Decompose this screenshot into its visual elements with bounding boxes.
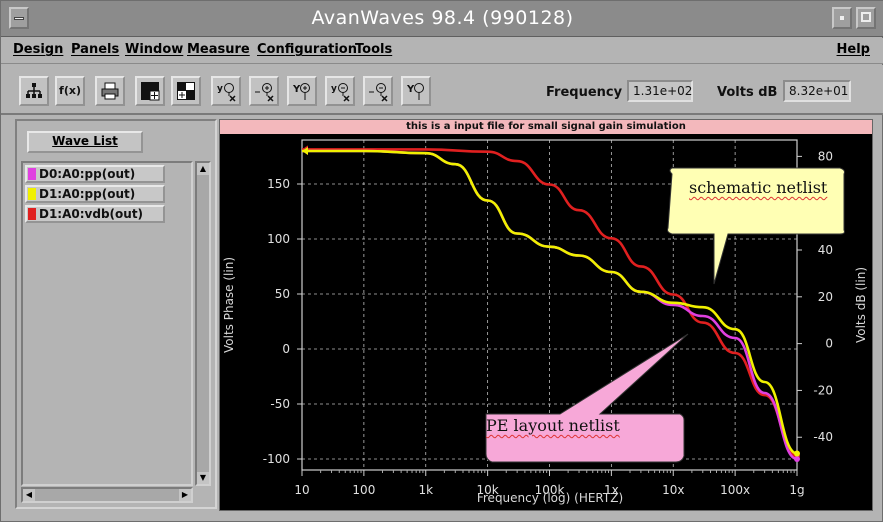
menu-bar: Design Panels Window Measure Configurati… bbox=[1, 38, 883, 64]
print-icon bbox=[101, 82, 119, 100]
window-title: AvanWaves 98.4 (990128) bbox=[311, 7, 574, 29]
x-axis-label: Frequency (log) (HERTZ) bbox=[477, 491, 623, 505]
callout-bottom-bubble bbox=[485, 333, 689, 463]
menu-panels[interactable]: Panels bbox=[71, 42, 119, 57]
tree-icon bbox=[26, 83, 42, 98]
wave-item[interactable]: D1:A0:vdb(out) bbox=[25, 205, 165, 223]
x-tick-label: 1g bbox=[789, 483, 804, 497]
avanwaves-window: AvanWaves 98.4 (990128) Design Panels Wi… bbox=[0, 0, 883, 522]
wave-list-horizontal-scrollbar[interactable]: ◀ ▶ bbox=[21, 487, 193, 503]
scroll-right-icon[interactable]: ▶ bbox=[179, 489, 191, 501]
function-icon: f(x) bbox=[59, 84, 81, 97]
frequency-readout: 1.31e+02 bbox=[627, 80, 693, 102]
y2-tick-label: 80 bbox=[818, 149, 833, 163]
callout-bottom-text: PE layout netlist bbox=[486, 416, 620, 435]
y2-tick-label: 0 bbox=[825, 337, 833, 351]
svg-text:Y: Y bbox=[292, 84, 301, 95]
zoom-out-button[interactable] bbox=[363, 76, 393, 106]
hierarchy-tool-button[interactable] bbox=[19, 76, 49, 106]
y-zoom-x-icon: y bbox=[217, 83, 236, 102]
menu-configuration[interactable]: Configuration bbox=[257, 42, 357, 57]
y-zoom-in-icon: Y bbox=[292, 83, 310, 100]
y-zoom-icon: Y bbox=[406, 83, 424, 100]
wave-label: D1:A0:pp(out) bbox=[39, 187, 136, 201]
plot-title: this is a input file for small signal ga… bbox=[220, 120, 872, 134]
volts-db-label: Volts dB bbox=[717, 85, 778, 100]
y-tick-label: 100 bbox=[267, 232, 290, 246]
series-end-marker bbox=[794, 450, 800, 457]
wave-label: D0:A0:pp(out) bbox=[39, 167, 136, 181]
y2-tick-label: -20 bbox=[813, 383, 833, 397]
menu-window[interactable]: Window bbox=[125, 42, 183, 57]
y2-tick-label: 40 bbox=[818, 243, 833, 257]
zoom-out-icon bbox=[369, 83, 388, 102]
callout-top-text: schematic netlist bbox=[689, 178, 828, 197]
wave-list-button[interactable]: Wave List bbox=[27, 131, 143, 153]
zoom-in-icon bbox=[255, 83, 274, 102]
zoom-in-button[interactable] bbox=[249, 76, 279, 106]
wave-color-swatch bbox=[28, 208, 36, 220]
print-tool-button[interactable] bbox=[95, 76, 125, 106]
panel-icon bbox=[141, 82, 160, 101]
svg-text:Y: Y bbox=[406, 84, 415, 95]
wave-list-panel: Wave List D0:A0:pp(out) D1:A0:pp(out) D1… bbox=[15, 119, 217, 509]
y-zoom-in-button[interactable]: Y bbox=[287, 76, 317, 106]
wave-label: D1:A0:vdb(out) bbox=[39, 207, 144, 221]
scroll-down-icon[interactable]: ▼ bbox=[197, 472, 209, 484]
series-end-marker bbox=[794, 456, 800, 462]
svg-text:y: y bbox=[217, 84, 223, 94]
y-zoom-button[interactable]: Y bbox=[401, 76, 431, 106]
y-zoom-x-button[interactable]: y bbox=[211, 76, 241, 106]
x-tick-label: 1k bbox=[418, 483, 433, 497]
x-tick-label: 100x bbox=[720, 483, 750, 497]
y-tick-label: 150 bbox=[267, 177, 290, 191]
svg-text:y: y bbox=[331, 84, 337, 94]
scroll-up-icon[interactable]: ▲ bbox=[197, 163, 209, 175]
y-axis-label: Volts Phase (lin) bbox=[222, 257, 236, 353]
y-zoom-out-icon: y bbox=[331, 83, 350, 102]
y2-tick-label: 20 bbox=[818, 290, 833, 304]
menu-design[interactable]: Design bbox=[13, 42, 63, 57]
y-tick-label: -50 bbox=[270, 397, 290, 411]
maximize-icon bbox=[861, 12, 871, 22]
wave-list: D0:A0:pp(out) D1:A0:pp(out) D1:A0:vdb(ou… bbox=[21, 161, 193, 486]
y-zoom-out-button[interactable]: y bbox=[325, 76, 355, 106]
wave-item[interactable]: D0:A0:pp(out) bbox=[25, 165, 165, 183]
menu-help[interactable]: Help bbox=[837, 42, 870, 57]
minimize-icon bbox=[840, 16, 844, 20]
wave-item[interactable]: D1:A0:pp(out) bbox=[25, 185, 165, 203]
maximize-button[interactable] bbox=[856, 7, 876, 29]
panel-add-tool-button[interactable] bbox=[171, 76, 201, 106]
toolbar: f(x) y Y y Y Frequency 1.31e+02 Volts dB… bbox=[1, 65, 883, 115]
panel-add-icon bbox=[177, 82, 195, 100]
wave-color-swatch bbox=[28, 188, 36, 200]
wave-color-swatch bbox=[28, 168, 36, 180]
title-bar[interactable]: AvanWaves 98.4 (990128) bbox=[1, 1, 883, 37]
y-tick-label: 0 bbox=[282, 342, 290, 356]
volts-db-readout: 8.32e+01 bbox=[783, 80, 851, 102]
y2-axis-label: Volts dB (lin) bbox=[854, 267, 868, 343]
panel-tool-button[interactable] bbox=[135, 76, 165, 106]
y-axis-left: -100 -50 0 50 100 150 bbox=[263, 177, 302, 466]
function-tool-button[interactable]: f(x) bbox=[55, 76, 85, 106]
plot-panel[interactable]: this is a input file for small signal ga… bbox=[219, 119, 873, 511]
scroll-left-icon[interactable]: ◀ bbox=[23, 489, 35, 501]
x-tick-label: 10x bbox=[662, 483, 684, 497]
menu-measure[interactable]: Measure bbox=[187, 42, 250, 57]
menu-tools[interactable]: Tools bbox=[355, 42, 392, 57]
y2-tick-label: -40 bbox=[813, 430, 833, 444]
y-tick-label: -100 bbox=[263, 452, 290, 466]
y-tick-label: 50 bbox=[275, 287, 290, 301]
x-tick-label: 10 bbox=[294, 483, 309, 497]
x-tick-label: 100 bbox=[352, 483, 375, 497]
wave-list-vertical-scrollbar[interactable]: ▲ ▼ bbox=[195, 161, 211, 486]
frequency-label: Frequency bbox=[546, 85, 623, 100]
minimize-button[interactable] bbox=[832, 7, 852, 29]
